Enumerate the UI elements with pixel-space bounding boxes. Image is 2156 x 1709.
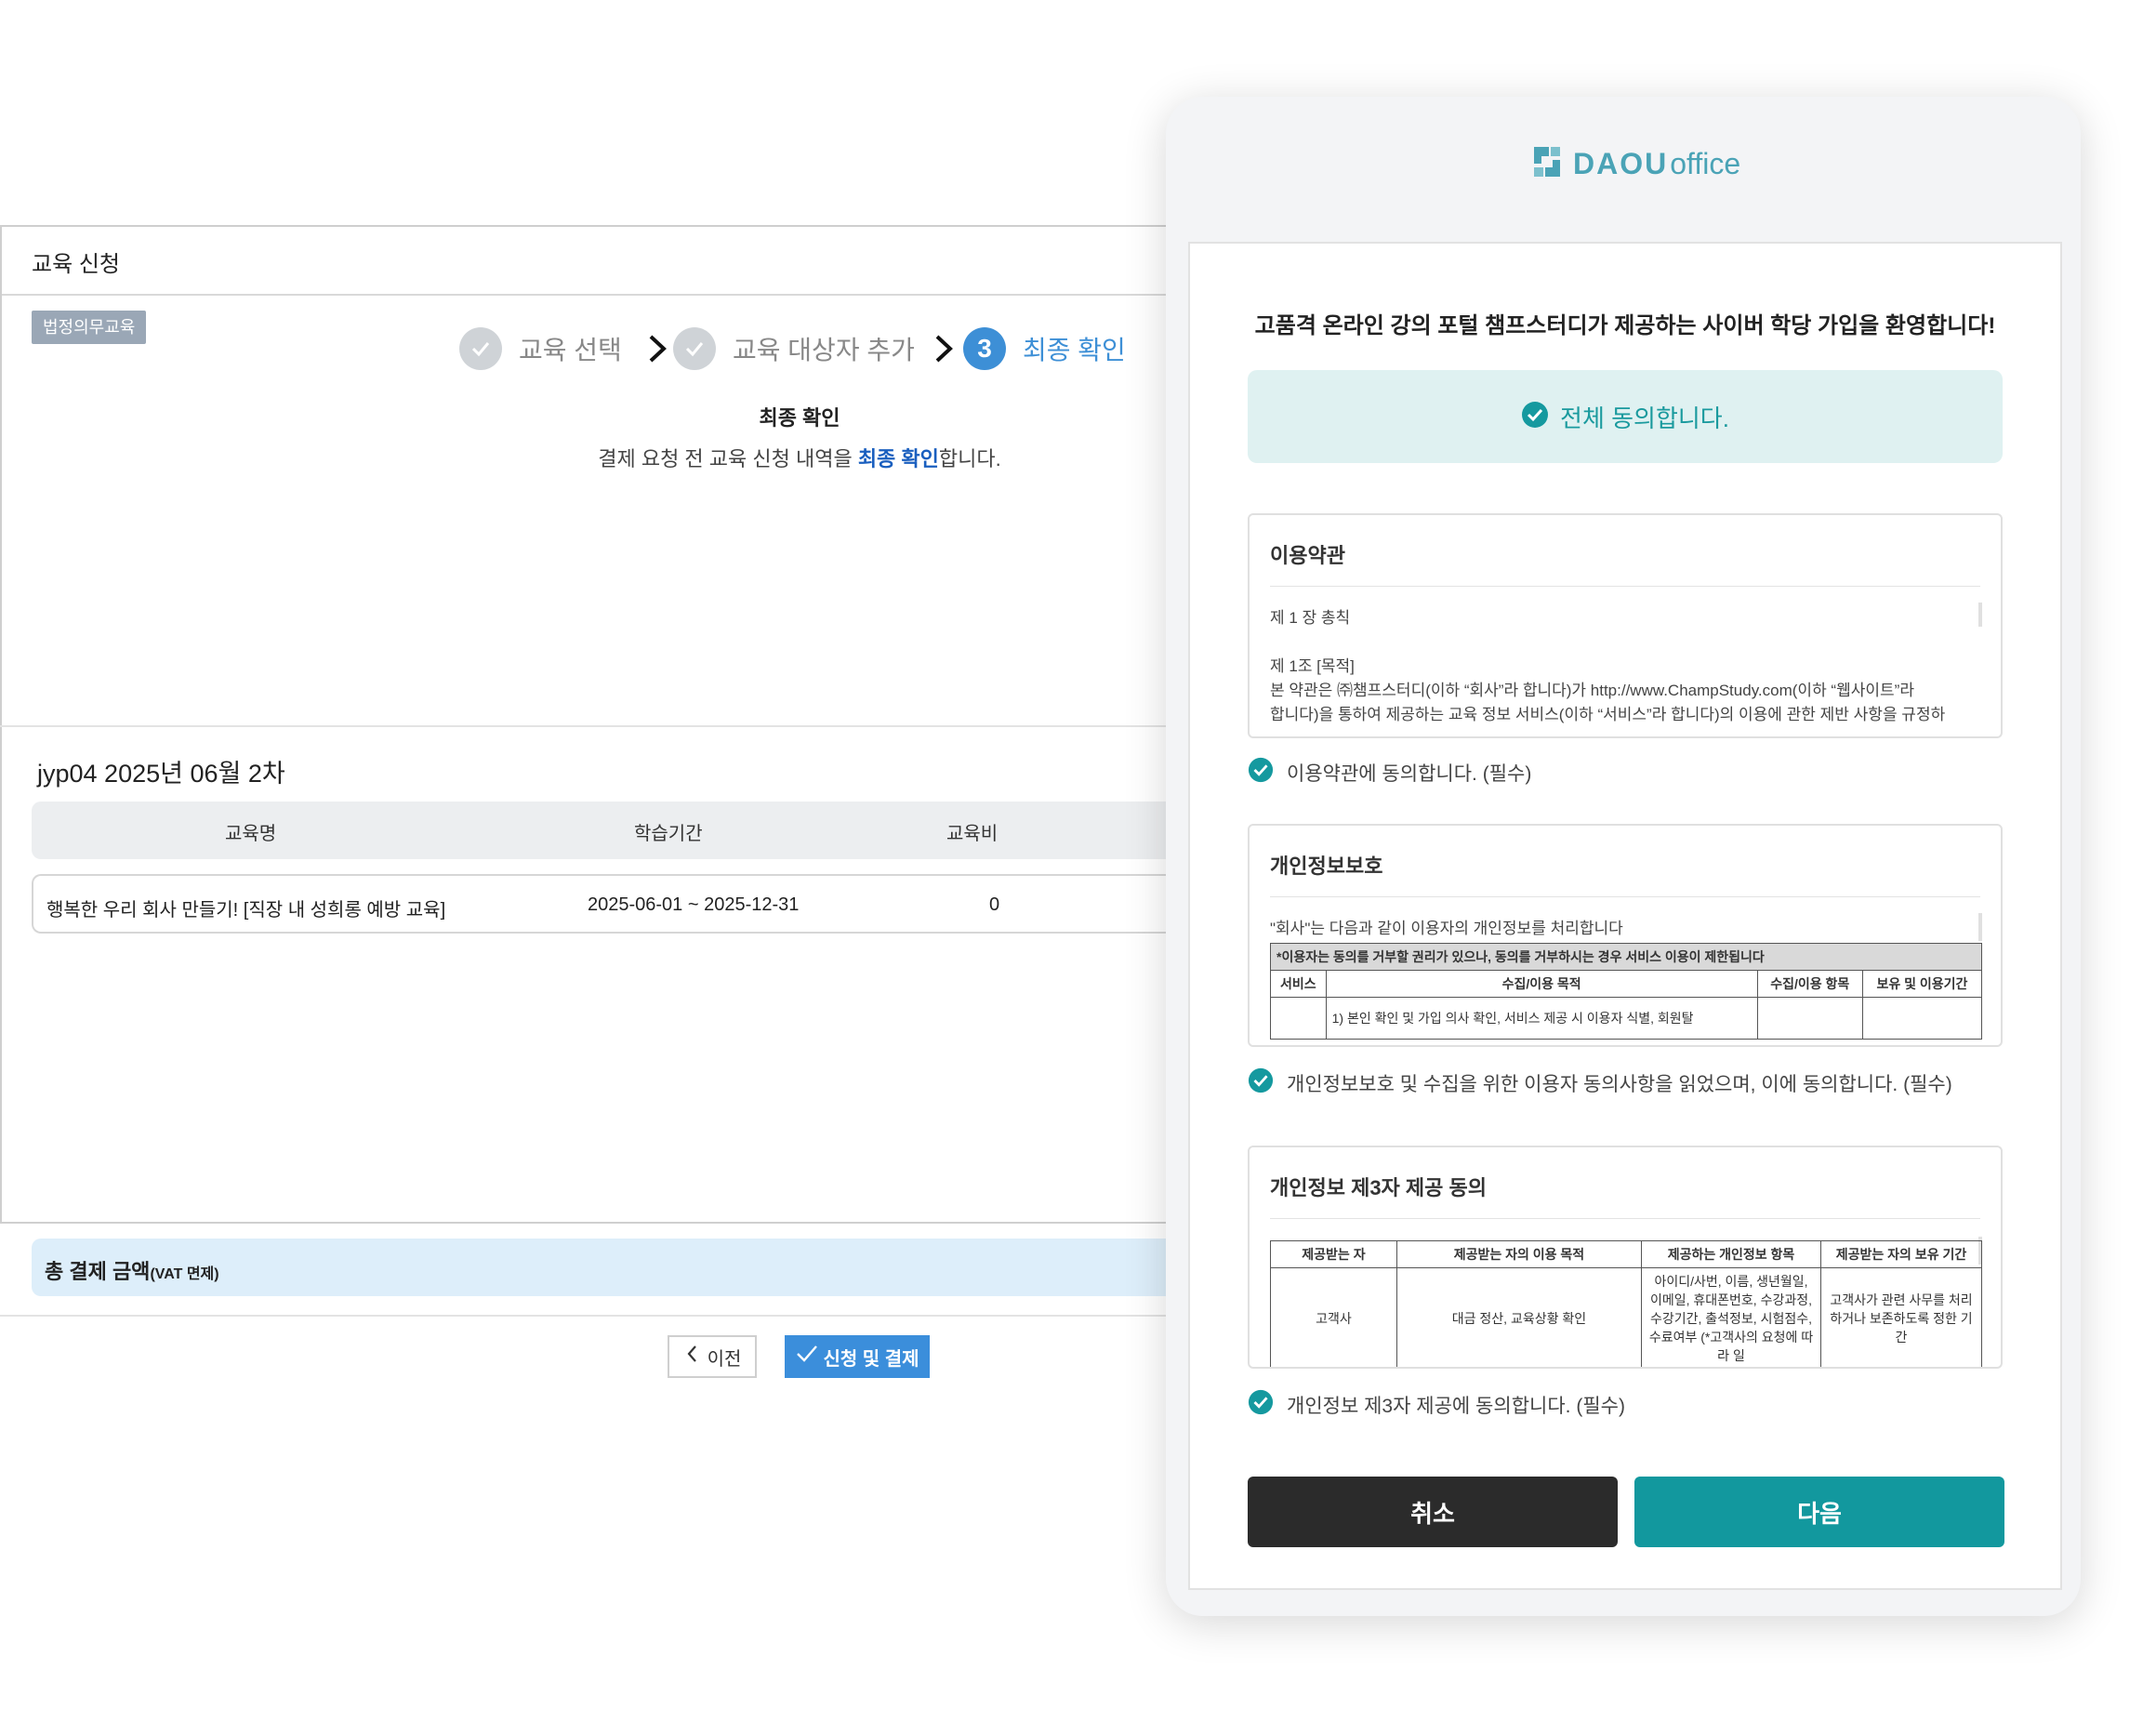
chevron-right-icon [926,327,963,370]
vat-note: (VAT 면제) [150,1266,219,1282]
table-cell: 1) 본인 확인 및 가입 의사 확인, 서비스 제공 시 이용자 식별, 회원… [1325,997,1758,1040]
cancel-button[interactable]: 취소 [1248,1477,1618,1547]
next-button[interactable]: 다음 [1634,1477,2004,1547]
modal-content: 고품격 온라인 강의 포털 챔프스터디가 제공하는 사이버 학당 가입을 환영합… [1188,242,2062,1590]
previous-button[interactable]: 이전 [668,1335,757,1378]
divider [1270,1218,1980,1219]
signup-modal: DAOU office 고품격 온라인 강의 포털 챔프스터디가 제공하는 사이… [1166,97,2081,1616]
terms-text-line: 본 약관은 ㈜챔프스터디(이하 “회사”라 합니다)가 http://www.C… [1270,682,1914,699]
scrollbar[interactable] [1978,603,1982,627]
logo-text-light: office [1670,147,1741,180]
column-header: 제공하는 개인정보 항목 [1641,1240,1821,1268]
third-party-agree-checkbox[interactable]: 개인정보 제3자 제공에 동의합니다. (필수) [1248,1389,1625,1420]
scrollbar[interactable] [1978,913,1982,941]
check-circle-icon [1248,1389,1274,1420]
table-cell: 고객사 [1270,1267,1397,1367]
column-header: 제공받는 자의 보유 기간 [1820,1240,1982,1268]
divider [0,1315,1199,1317]
privacy-title: 개인정보보호 [1270,854,1383,878]
privacy-notice: *이용자는 동의를 거부할 권리가 있으나, 동의를 거부하시는 경우 서비스 … [1270,943,1982,971]
chevron-right-icon [640,327,677,370]
confirm-desc-highlight: 최종 확인 [857,447,939,470]
apply-and-pay-label: 신청 및 결제 [823,1348,919,1370]
category-badge: 법정의무교육 [32,311,147,344]
agree-all-button[interactable]: 전체 동의합니다. [1248,370,2003,463]
privacy-agree-checkbox[interactable]: 개인정보보호 및 수집을 위한 이용자 동의사항을 읽었으며, 이에 동의합니다… [1248,1067,1952,1098]
terms-title: 이용약관 [1270,544,1345,567]
check-icon [673,327,716,370]
previous-button-label: 이전 [707,1348,742,1370]
column-header: 수집/이용 항목 [1756,970,1863,998]
table-cell: 대금 정산, 교육상황 확인 [1395,1267,1643,1367]
total-amount-label: 총 결제 금액(VAT 면제) [45,1255,219,1285]
check-circle-icon [1248,757,1274,788]
agree-all-label: 전체 동의합니다. [1560,404,1729,432]
step-label: 교육 대상자 추가 [733,336,915,364]
column-header: 제공받는 자의 이용 목적 [1395,1240,1643,1268]
divider [1270,586,1980,587]
terms-agree-label: 이용약관에 동의합니다. (필수) [1287,762,1532,785]
column-header: 제공받는 자 [1270,1240,1397,1268]
terms-article: 제 1조 [목적] [1270,657,1355,675]
logo-text-bold: DAOU [1573,147,1669,180]
apply-and-pay-button[interactable]: 신청 및 결제 [785,1335,930,1378]
table-cell [1270,997,1327,1040]
column-header: 서비스 [1270,970,1327,998]
divider [1270,896,1980,897]
panel-title: 교육 신청 [32,252,120,277]
step-1: 교육 선택 [459,327,622,370]
panel-header: 교육 신청 [2,227,1199,296]
privacy-agree-label: 개인정보보호 및 수집을 위한 이용자 동의사항을 읽었으며, 이에 동의합니다… [1287,1073,1952,1095]
step-label: 최종 확인 [1023,336,1126,364]
step-2: 교육 대상자 추가 [673,327,915,370]
third-party-title: 개인정보 제3자 제공 동의 [1270,1176,1487,1199]
daou-logo-icon [1528,143,1566,185]
step-3: 3 최종 확인 [963,327,1126,370]
step-number: 3 [963,327,1006,370]
column-header: 수집/이용 목적 [1325,970,1758,998]
confirm-desc-text: 결제 요청 전 교육 신청 내역을 [598,447,858,470]
step-label: 교육 선택 [519,336,622,364]
privacy-intro: "회사"는 다음과 같이 이용자의 개인정보를 처리합니다 [1270,920,1623,937]
check-icon [459,327,502,370]
confirm-desc-text: 합니다. [938,447,1001,470]
table-cell: 아이디/사번, 이름, 생년월일, 이메일, 휴대폰번호, 수강과정, 수강기간… [1641,1267,1821,1367]
privacy-box[interactable]: 개인정보보호 "회사"는 다음과 같이 이용자의 개인정보를 처리합니다 *이용… [1248,824,2003,1047]
daou-office-logo: DAOU office [1528,143,1740,185]
terms-agree-checkbox[interactable]: 이용약관에 동의합니다. (필수) [1248,757,1531,788]
course-application-panel: 교육 신청 법정의무교육 교육 선택 교육 대상자 추가 3 최종 확인 [0,225,1199,1224]
total-label-text: 총 결제 금액 [45,1260,151,1283]
welcome-message: 고품격 온라인 강의 포털 챔프스터디가 제공하는 사이버 학당 가입을 환영합… [1254,313,1996,338]
third-party-agree-label: 개인정보 제3자 제공에 동의합니다. (필수) [1287,1395,1625,1417]
table-cell: 고객사가 관련 사무를 처리하거나 보존하도록 정한 기간 [1820,1267,1982,1367]
privacy-table: *이용자는 동의를 거부할 권리가 있으나, 동의를 거부하시는 경우 서비스 … [1270,943,1983,1040]
terms-box[interactable]: 이용약관 제 1 장 총칙 제 1조 [목적] 본 약관은 ㈜챔프스터디(이하 … [1248,513,2003,738]
chevron-left-icon [683,1344,702,1370]
terms-text-line: 합니다)을 통하여 제공하는 교육 정보 서비스(이하 “서비스”라 합니다)의… [1270,706,1946,723]
total-amount-bar: 총 결제 금액(VAT 면제) [32,1239,1203,1296]
check-circle-icon [1521,401,1549,433]
table-cell [1756,997,1863,1040]
third-party-table: 제공받는 자 제공받는 자의 이용 목적 제공하는 개인정보 항목 제공받는 자… [1270,1240,1982,1367]
check-icon [795,1344,819,1370]
table-cell [1861,997,1983,1040]
third-party-box[interactable]: 개인정보 제3자 제공 동의 제공받는 자 제공받는 자의 이용 목적 제공하는… [1248,1146,2003,1369]
terms-chapter: 제 1 장 총칙 [1270,609,1351,627]
check-circle-icon [1248,1067,1274,1098]
column-header: 보유 및 이용기간 [1861,970,1983,998]
